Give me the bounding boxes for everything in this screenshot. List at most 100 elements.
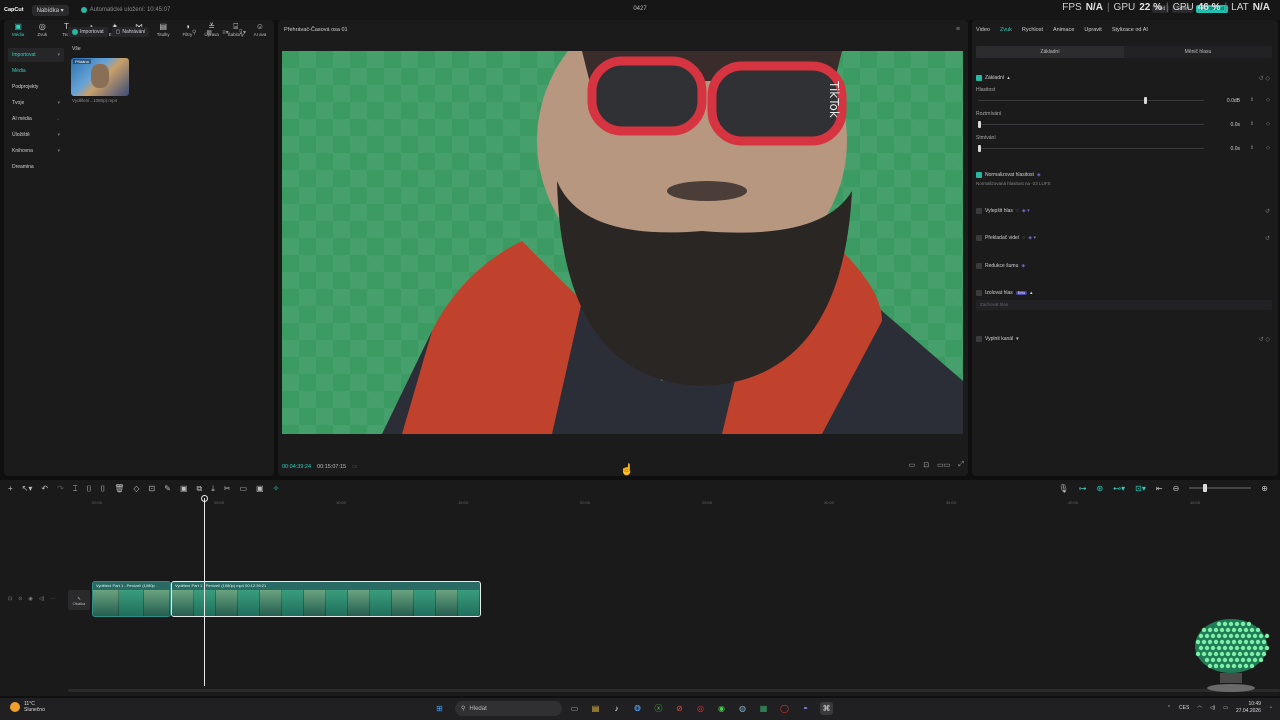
subtab-voice-changer[interactable]: Měnič hlasu — [1124, 46, 1272, 58]
subtab-basic[interactable]: Základní — [976, 46, 1124, 58]
quality-icon[interactable]: ▭ — [909, 461, 916, 469]
player-menu-icon[interactable]: ≡ — [956, 26, 960, 33]
toolbar-audio[interactable]: ◎ Zvuk — [30, 22, 54, 40]
slider-thumb[interactable] — [1143, 97, 1147, 104]
import-button[interactable]: Importovat — [68, 27, 108, 37]
track-lock-icon[interactable]: ⊡ — [8, 596, 12, 602]
zoom-slider[interactable] — [1189, 484, 1252, 492]
crop-icon[interactable]: ⊡ — [149, 484, 156, 494]
fullscreen-icon[interactable]: ⤢ — [958, 461, 964, 469]
slider-value[interactable]: 0.0s — [1231, 122, 1240, 128]
shield-icon[interactable]: ◇ — [133, 484, 139, 494]
zoom-in-icon[interactable]: ⊕ — [1261, 484, 1268, 493]
sidebar-item[interactable]: Tvoje ▾ — [8, 96, 64, 110]
timeline-scrollbar[interactable] — [68, 689, 1280, 692]
magnet-icon[interactable]: ⊛ — [1096, 484, 1103, 493]
wifi-icon[interactable]: ◠ — [1197, 705, 1201, 711]
brush-icon[interactable]: ✎ — [164, 484, 171, 494]
split-right-icon[interactable]: ⌷ — [100, 484, 105, 494]
noise-toggle[interactable] — [976, 263, 982, 269]
sidebar-item[interactable]: Podprojekty — [8, 80, 64, 94]
cover-button[interactable]: ✎ Obálka — [68, 590, 90, 610]
tray-chevron-icon[interactable]: ⌃ — [1167, 705, 1171, 711]
record-button[interactable]: ▢ Nahrávání — [111, 27, 150, 37]
basic-header[interactable]: Základní ▴ — [976, 75, 1272, 81]
zoom-out-icon[interactable]: ⊖ — [1173, 484, 1180, 493]
xbox-icon[interactable]: ⓧ — [652, 702, 665, 715]
keyframe-icon[interactable]: ◇ — [1266, 121, 1270, 127]
time-ruler[interactable]: 00:00 05:00 10:00 15:00 20:00 25:00 30:00 35:00… — [68, 500, 1280, 508]
normalize-toggle[interactable] — [976, 172, 982, 178]
volume-icon[interactable]: ◁) — [1210, 705, 1216, 711]
track-eye-icon[interactable]: ◉ — [28, 596, 32, 602]
chrome-icon[interactable]: ◉ — [715, 702, 728, 715]
timeline-clip-selected[interactable]: Vydělení Part 1 - Penízel! (1080p).mp4 0… — [171, 581, 481, 617]
frame-icon[interactable]: ▭ — [239, 484, 247, 494]
chatgpt-icon[interactable]: ❂ — [631, 702, 644, 715]
reset-icon[interactable]: ↺ ◇ — [1259, 75, 1270, 82]
split-icon[interactable]: ⌶ — [73, 484, 78, 494]
preview-axis-icon[interactable]: ⊡▾ — [1135, 484, 1146, 493]
grid-view-icon[interactable]: ▦ — [206, 29, 212, 36]
stepper-icon[interactable]: ⇕ — [1250, 145, 1254, 151]
zoom-thumb[interactable] — [1203, 484, 1208, 492]
property-tab[interactable]: Zvuk — [1000, 27, 1012, 33]
windows-start-icon[interactable]: ⊞ — [433, 702, 446, 715]
opera-icon[interactable]: ◎ — [694, 702, 707, 715]
isolate-mode-select[interactable]: Zachovat hlas — [976, 300, 1272, 310]
video-preview[interactable]: TikTok — [282, 51, 963, 434]
weather-widget[interactable]: 11°C Slunečno — [10, 701, 45, 713]
taskbar-search[interactable]: ⚲ Hledat — [455, 701, 562, 716]
capcut-icon[interactable]: ⌘ — [820, 702, 833, 715]
sidebar-item[interactable]: Knihovna ▾ — [8, 144, 64, 158]
undo-icon[interactable]: ↶ — [41, 484, 48, 494]
ratio-icon[interactable]: ▭▭ — [937, 461, 950, 469]
lang-indicator[interactable]: CES — [1179, 705, 1189, 711]
camera-icon[interactable]: ▣ — [256, 484, 264, 494]
stepper-icon[interactable]: ⇕ — [1250, 97, 1254, 103]
discord-icon[interactable]: ◓ — [799, 702, 812, 715]
speed-icon[interactable]: ⤓ — [211, 484, 215, 494]
stepper-icon[interactable]: ⇕ — [1250, 121, 1254, 127]
playhead[interactable] — [204, 498, 205, 686]
freeze-icon[interactable]: ▣ — [180, 484, 188, 494]
task-view-icon[interactable]: ▭ — [568, 702, 581, 715]
sort-icon[interactable]: ≡▾ — [222, 29, 229, 36]
timeline-clip[interactable]: Vydělení Part 1 - Penízel! (1080p — [92, 581, 171, 617]
delete-icon[interactable]: 🗑 — [114, 484, 124, 494]
slider-track[interactable] — [978, 124, 1204, 125]
fill-reset-icon[interactable]: ↺ ◇ — [1259, 336, 1270, 343]
remove-bg-icon[interactable]: ✂ — [224, 484, 231, 494]
sidebar-item[interactable]: Importovat ▾ — [8, 48, 64, 62]
filter-icon[interactable]: ⊽▾ — [239, 29, 246, 36]
toolbar-media[interactable]: ▣ Média — [6, 22, 30, 40]
sidebar-item[interactable]: Média — [8, 64, 64, 78]
media-filter-all[interactable]: Vše — [72, 46, 81, 52]
ai-icon[interactable]: ✧ — [273, 484, 280, 494]
basic-toggle[interactable] — [976, 75, 982, 81]
property-tab[interactable]: Upravit — [1084, 27, 1101, 33]
slider-thumb[interactable] — [978, 121, 981, 128]
add-track-icon[interactable]: + — [8, 484, 13, 494]
translate-reset-icon[interactable]: ↺ — [1265, 235, 1270, 242]
search-icon[interactable]: ⚲ — [192, 29, 196, 36]
excel-icon[interactable]: ▦ — [757, 702, 770, 715]
vpn-icon[interactable]: ⊘ — [673, 702, 686, 715]
redo-icon[interactable]: ↷ — [57, 484, 64, 494]
enhance-reset-icon[interactable]: ↺ — [1265, 208, 1270, 215]
notification-icon[interactable]: ◔ — [1269, 705, 1272, 711]
property-tab[interactable]: Animace — [1053, 27, 1074, 33]
select-tool-icon[interactable]: ↖▾ — [22, 484, 33, 494]
track-mute-icon[interactable]: ◁) — [39, 596, 45, 602]
file-explorer-icon[interactable]: ▤ — [589, 702, 602, 715]
enhance-toggle[interactable] — [976, 208, 982, 214]
track-more-icon[interactable]: ⋯ — [50, 596, 55, 602]
keyframe-icon[interactable]: ◇ — [1266, 97, 1270, 103]
property-tab[interactable]: Rychlost — [1022, 27, 1043, 33]
toolbar-captions[interactable]: ▤ Titulky — [151, 22, 175, 40]
sidebar-item[interactable]: Dreamina — [8, 160, 64, 174]
sidebar-item[interactable]: Úložiště ▾ — [8, 128, 64, 142]
toolbar-ai-avatar[interactable]: ☺ AI ava — [248, 22, 272, 40]
media-thumbnail[interactable]: Přidáno — [71, 58, 129, 96]
tiktok-icon[interactable]: ♪ — [610, 702, 623, 715]
